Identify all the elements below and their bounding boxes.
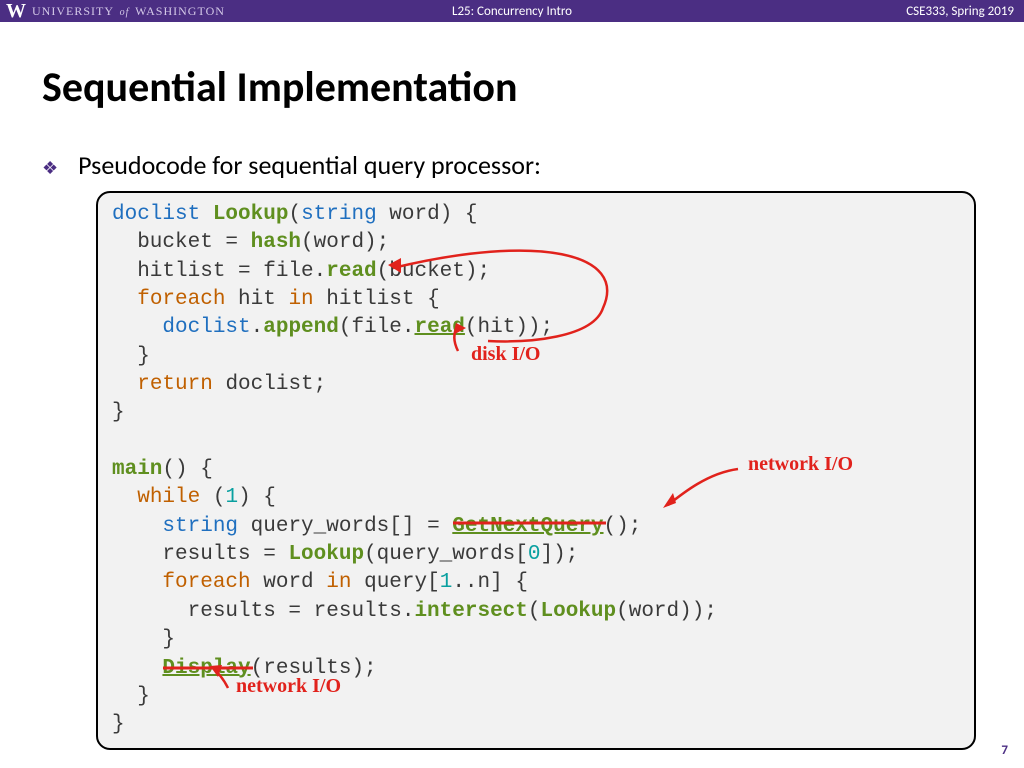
uw-logo: W UNIVERSITY of WASHINGTON [0, 0, 225, 23]
annotation-network-io-top: network I/O [748, 451, 853, 478]
slide-title: Sequential Implementation [42, 62, 982, 113]
annotation-network-io-bottom: network I/O [236, 673, 341, 700]
annotation-disk-io: disk I/O [471, 341, 540, 368]
lecture-title: L25: Concurrency Intro [452, 4, 572, 19]
slide-body: Sequential Implementation ❖ Pseudocode f… [0, 22, 1024, 750]
uw-w-icon: W [6, 0, 26, 23]
header-bar: W UNIVERSITY of WASHINGTON L25: Concurre… [0, 0, 1024, 22]
course-label: CSE333, Spring 2019 [906, 4, 1014, 19]
slide-number: 7 [1001, 743, 1008, 758]
bullet-text: Pseudocode for sequential query processo… [78, 149, 541, 181]
uw-text: UNIVERSITY of WASHINGTON [32, 4, 225, 19]
bullet-line: ❖ Pseudocode for sequential query proces… [42, 149, 982, 181]
bullet-icon: ❖ [42, 157, 58, 179]
code-block: doclist Lookup(string word) { bucket = h… [96, 191, 976, 750]
